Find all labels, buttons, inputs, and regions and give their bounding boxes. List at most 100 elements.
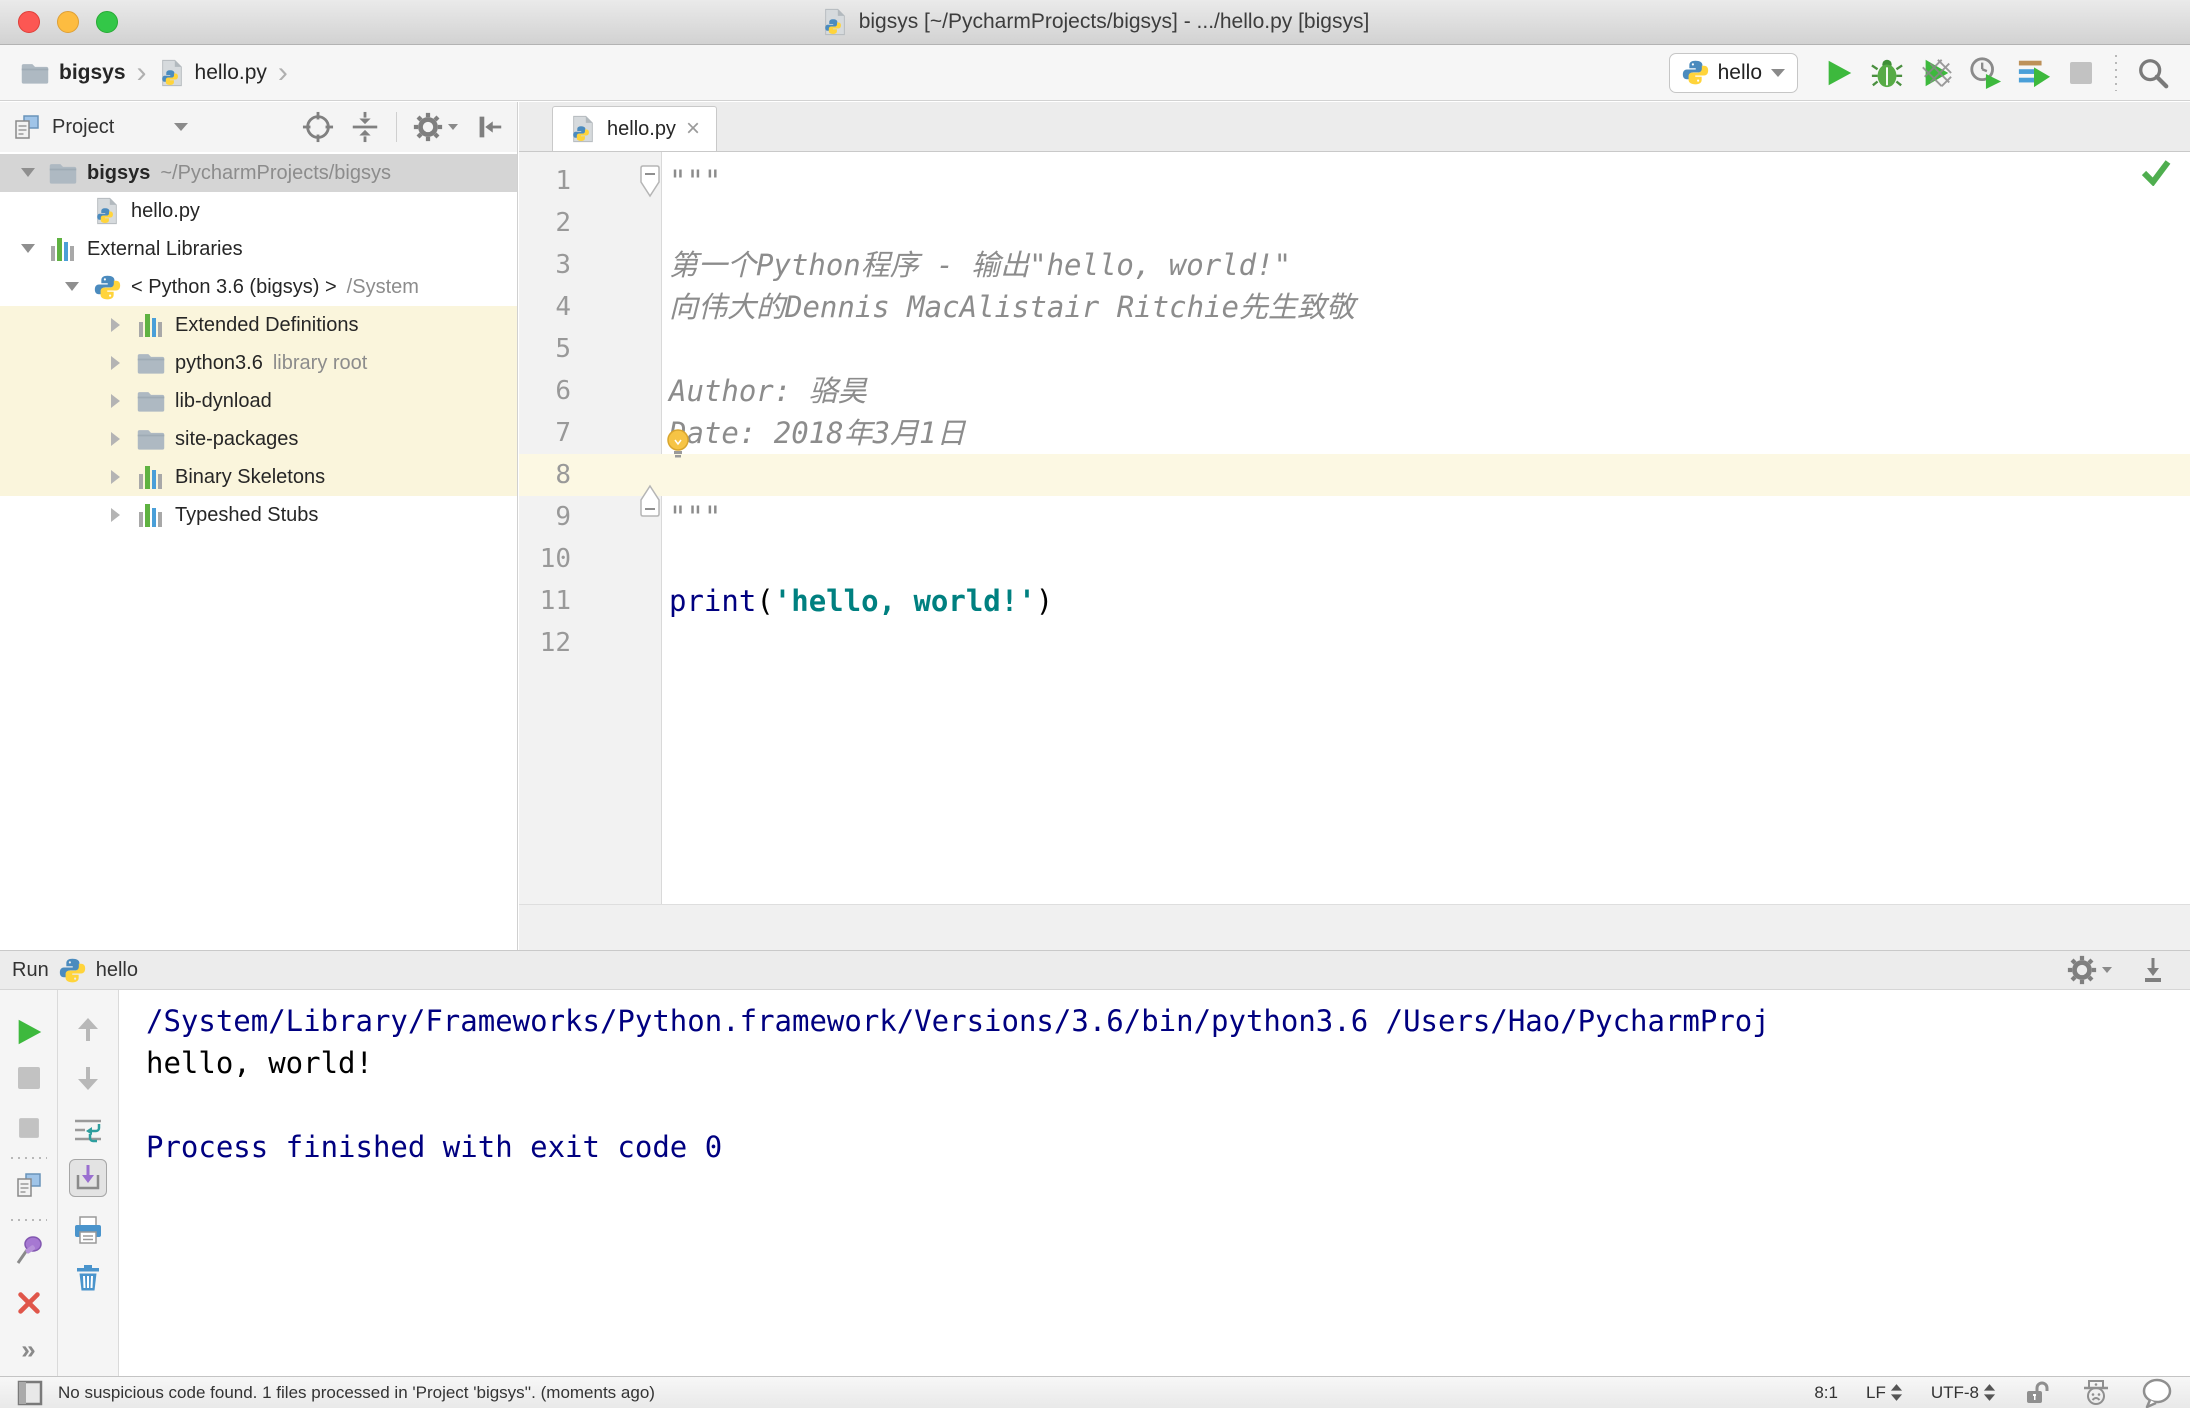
concurrency-diagram-button[interactable]	[2017, 56, 2051, 90]
breadcrumb-item-bigsys[interactable]: bigsys	[59, 61, 126, 85]
pin-tab-button[interactable]	[13, 1234, 45, 1266]
chevron-down-icon[interactable]	[10, 168, 46, 178]
breadcrumb-item-hello-py[interactable]: hello.py	[195, 61, 267, 85]
code-line-5[interactable]: 5	[519, 328, 2190, 370]
tree-item-suffix: ~/PycharmProjects/bigsys	[160, 161, 391, 184]
code-line-12[interactable]: 12	[519, 622, 2190, 664]
python-file-icon	[569, 114, 597, 144]
close-tab-icon[interactable]: ×	[686, 117, 700, 141]
hector-inspector-icon[interactable]	[2080, 1377, 2112, 1408]
print-button[interactable]	[72, 1214, 104, 1246]
more-actions-button[interactable]: »	[21, 1335, 35, 1366]
fold-marker-icon[interactable]	[638, 164, 662, 200]
editor-lines: 1 """ 2 3 第一个Python程序 - 输出"hello, world!" 4 向…	[519, 160, 2190, 664]
zoom-window-button[interactable]	[96, 11, 118, 33]
caret-position-widget[interactable]: 8:1	[1814, 1383, 1838, 1403]
line-number: 2	[555, 208, 571, 238]
run-button[interactable]	[1823, 57, 1855, 89]
event-log-icon[interactable]	[2140, 1378, 2174, 1408]
chevron-right-icon[interactable]	[98, 470, 134, 484]
project-settings-button[interactable]	[412, 111, 458, 143]
tree-item-python3-6[interactable]: python3.6 library root	[0, 344, 517, 382]
restore-layout-button[interactable]	[14, 1170, 44, 1200]
chevron-down-icon[interactable]	[10, 244, 46, 254]
tree-item-binary-skeletons[interactable]: Binary Skeletons	[0, 458, 517, 496]
console-line: /System/Library/Frameworks/Python.framew…	[146, 1004, 1770, 1038]
status-message[interactable]: No suspicious code found. 1 files proces…	[58, 1383, 655, 1403]
tree-item-bigsys[interactable]: bigsys ~/PycharmProjects/bigsys	[0, 154, 517, 192]
code-line-10[interactable]: 10	[519, 538, 2190, 580]
line-number: 11	[539, 586, 571, 616]
line-separator-widget[interactable]: LF	[1866, 1383, 1903, 1403]
chevron-right-icon[interactable]	[98, 432, 134, 446]
tree-item-extended-definitions[interactable]: Extended Definitions	[0, 306, 517, 344]
unlock-icon[interactable]	[2024, 1379, 2052, 1407]
code-line-3[interactable]: 3 第一个Python程序 - 输出"hello, world!"	[519, 244, 2190, 286]
code-line-4[interactable]: 4 向伟大的Dennis MacAlistair Ritchie先生致敬	[519, 286, 2190, 328]
collapse-all-button[interactable]	[349, 111, 381, 143]
run-panel-header: Run hello	[0, 951, 2190, 990]
tree-item-typeshed-stubs[interactable]: Typeshed Stubs	[0, 496, 517, 534]
toolwindow-switcher-icon[interactable]	[16, 1379, 44, 1407]
code-line-9[interactable]: 9 """	[519, 484, 2190, 538]
editor-scrollbar-track[interactable]	[519, 904, 2190, 950]
editor-tab-bar: hello.py ×	[519, 102, 2190, 152]
tab-hello-py[interactable]: hello.py ×	[552, 106, 717, 151]
tree-item-lib-dynload[interactable]: lib-dynload	[0, 382, 517, 420]
code-line-7[interactable]: 7 Date: 2018年3月1日	[519, 412, 2190, 458]
tree-item-label: hello.py	[131, 199, 200, 222]
project-tool-icon	[12, 112, 42, 142]
stop-button-disabled	[2066, 58, 2096, 88]
locate-file-button[interactable]	[302, 111, 334, 143]
hide-panel-button[interactable]	[473, 111, 505, 143]
minimize-window-button[interactable]	[57, 11, 79, 33]
run-console-output[interactable]: /System/Library/Frameworks/Python.framew…	[119, 990, 2190, 1376]
chevron-right-icon[interactable]	[98, 318, 134, 332]
code-line-8[interactable]: 8	[519, 454, 2190, 496]
gear-icon	[412, 111, 444, 143]
next-occurrence-button	[73, 1063, 103, 1093]
chevron-right-icon[interactable]	[98, 394, 134, 408]
code-line-2[interactable]: 2	[519, 202, 2190, 244]
run-with-coverage-button[interactable]	[1919, 56, 1953, 90]
tab-label: hello.py	[607, 117, 676, 140]
code-text: 第一个Python程序 - 输出"hello, world!"	[669, 248, 1292, 282]
scroll-to-end-button[interactable]	[69, 1159, 107, 1197]
inspection-ok-icon[interactable]	[2140, 158, 2172, 186]
code-line-6[interactable]: 6 Author: 骆昊	[519, 370, 2190, 412]
soft-wrap-button[interactable]	[72, 1114, 104, 1146]
tree-item-external-libraries[interactable]: External Libraries	[0, 230, 517, 268]
tree-item-python-3-6-bigsys[interactable]: < Python 3.6 (bigsys) > /System	[0, 268, 517, 306]
tree-item-site-packages[interactable]: site-packages	[0, 420, 517, 458]
close-run-panel-button[interactable]	[15, 1289, 43, 1317]
debug-button[interactable]	[1870, 56, 1904, 90]
chevron-down-icon[interactable]	[54, 282, 90, 292]
profile-button[interactable]	[1968, 56, 2002, 90]
intention-bulb-icon[interactable]	[665, 428, 691, 460]
chevron-down-icon[interactable]	[174, 123, 189, 131]
gear-icon	[2066, 954, 2098, 986]
code-line-1[interactable]: 1 """	[519, 160, 2190, 202]
run-configuration-select[interactable]: hello	[1668, 52, 1798, 93]
rerun-button[interactable]	[13, 1016, 45, 1048]
chevron-right-icon[interactable]	[98, 508, 134, 522]
line-number: 7	[555, 418, 571, 448]
run-settings-button[interactable]	[2066, 954, 2112, 986]
search-everywhere-button[interactable]	[2136, 56, 2170, 90]
line-number: 10	[539, 544, 571, 574]
prev-occurrence-button	[73, 1015, 103, 1045]
code-editor[interactable]: 1 """ 2 3 第一个Python程序 - 输出"hello, world!" 4 向…	[519, 152, 2190, 904]
code-line-11[interactable]: 11 print('hello, world!')	[519, 580, 2190, 622]
project-panel-title[interactable]: Project	[52, 116, 114, 139]
tree-item-label: bigsys	[87, 161, 151, 184]
chevron-right-icon[interactable]	[98, 356, 134, 370]
hide-run-panel-button[interactable]	[2138, 955, 2168, 985]
encoding-widget[interactable]: UTF-8	[1931, 1383, 1996, 1403]
tree-item-hello-py[interactable]: hello.py	[0, 192, 517, 230]
clear-console-button[interactable]	[73, 1263, 103, 1293]
fold-marker-icon[interactable]	[638, 484, 662, 520]
project-panel-header: Project	[0, 102, 517, 152]
run-panel-title[interactable]: Run	[12, 959, 49, 982]
tree-item-suffix: library root	[272, 351, 368, 374]
close-window-button[interactable]	[18, 11, 40, 33]
